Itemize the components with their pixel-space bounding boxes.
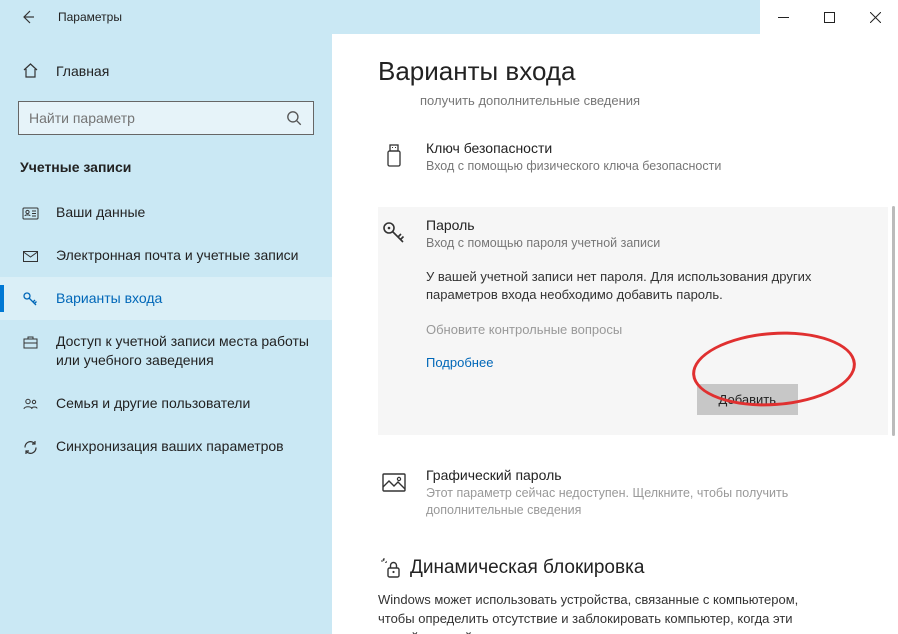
dynamic-lock-heading: Динамическая блокировка — [378, 557, 858, 579]
nav-signin-options[interactable]: Варианты входа — [0, 277, 332, 320]
scrollbar-thumb[interactable] — [892, 206, 895, 436]
option-password: Пароль Вход с помощью пароля учетной зап… — [378, 207, 888, 435]
nav-label: Варианты входа — [56, 289, 162, 308]
page-subtitle: получить дополнительные сведения — [420, 93, 858, 108]
picture-icon — [378, 467, 410, 499]
search-input[interactable] — [29, 110, 285, 126]
maximize-button[interactable] — [806, 0, 852, 34]
nav-home-label: Главная — [56, 63, 109, 79]
back-arrow-icon — [20, 9, 36, 25]
lock-sparkle-icon — [378, 557, 404, 579]
page-heading: Варианты входа — [378, 56, 858, 87]
briefcase-icon — [20, 334, 40, 351]
key-icon — [20, 291, 40, 308]
nav-email-accounts[interactable]: Электронная почта и учетные записи — [0, 234, 332, 277]
sidebar-section-header: Учетные записи — [0, 153, 332, 191]
main-panel: Варианты входа получить дополнительные с… — [332, 34, 898, 634]
nav-label: Синхронизация ваших параметров — [56, 437, 284, 456]
nav-label: Ваши данные — [56, 203, 145, 222]
option-password-head[interactable]: Пароль Вход с помощью пароля учетной зап… — [378, 217, 858, 252]
password-learn-more-link[interactable]: Подробнее — [426, 355, 858, 370]
password-disabled-link: Обновите контрольные вопросы — [426, 322, 858, 337]
nav-home[interactable]: Главная — [0, 54, 332, 87]
nav-sync-settings[interactable]: Синхронизация ваших параметров — [0, 425, 332, 468]
nav-family-users[interactable]: Семья и другие пользователи — [0, 382, 332, 425]
search-box[interactable] — [18, 101, 314, 135]
nav-label: Доступ к учетной записи места работы или… — [56, 332, 312, 370]
person-card-icon — [20, 205, 40, 222]
back-button[interactable] — [14, 3, 42, 31]
people-icon — [20, 396, 40, 413]
add-password-button[interactable]: Добавить — [697, 384, 798, 415]
home-icon — [20, 62, 40, 79]
option-desc: Этот параметр сейчас недоступен. Щелкнит… — [426, 485, 848, 519]
password-body-text: У вашей учетной записи нет пароля. Для и… — [426, 268, 826, 304]
key-large-icon — [378, 217, 410, 249]
option-security-key[interactable]: Ключ безопасности Вход с помощью физичес… — [378, 130, 858, 185]
option-desc: Вход с помощью физического ключа безопас… — [426, 158, 721, 175]
option-title: Ключ безопасности — [426, 140, 721, 156]
minimize-button[interactable] — [760, 0, 806, 34]
mail-icon — [20, 248, 40, 265]
nav-work-school[interactable]: Доступ к учетной записи места работы или… — [0, 320, 332, 382]
dynamic-lock-body: Windows может использовать устройства, с… — [378, 591, 818, 634]
sidebar: Главная Учетные записи Ваши данные Элект… — [0, 34, 332, 634]
option-picture-password[interactable]: Графический пароль Этот параметр сейчас … — [378, 457, 858, 529]
option-title: Графический пароль — [426, 467, 848, 483]
dynamic-lock-title: Динамическая блокировка — [410, 557, 644, 579]
sync-icon — [20, 439, 40, 456]
option-desc: Вход с помощью пароля учетной записи — [426, 235, 660, 252]
usb-key-icon — [378, 140, 410, 172]
search-icon — [285, 109, 303, 127]
nav-your-info[interactable]: Ваши данные — [0, 191, 332, 234]
nav-label: Семья и другие пользователи — [56, 394, 250, 413]
nav-label: Электронная почта и учетные записи — [56, 246, 298, 265]
option-title: Пароль — [426, 217, 660, 233]
close-button[interactable] — [852, 0, 898, 34]
window-title: Параметры — [58, 10, 122, 24]
